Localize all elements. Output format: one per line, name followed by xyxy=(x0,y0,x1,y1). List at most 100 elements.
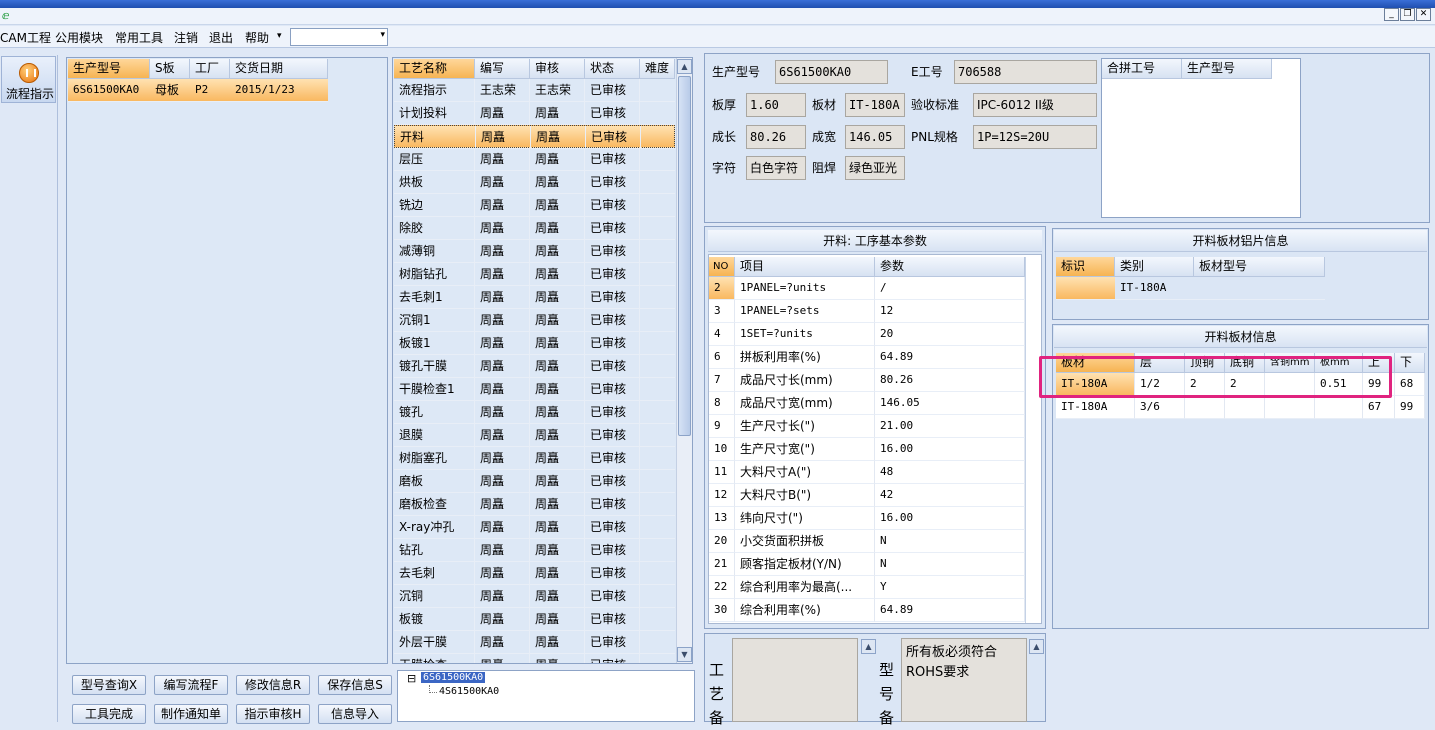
menu-common-tools[interactable]: 常用工具 xyxy=(115,29,163,46)
scroll-up-icon[interactable]: ▲ xyxy=(677,59,692,74)
params-col-value[interactable]: 参数 xyxy=(875,257,1025,277)
close-button[interactable]: ✕ xyxy=(1416,8,1431,21)
table-row[interactable]: 镀孔 周矗 周矗 已审核 xyxy=(394,401,675,424)
proc-name-cell: 流程指示 xyxy=(394,79,475,102)
table-row[interactable]: 干膜检查周矗周矗已审核 xyxy=(394,654,675,663)
scroll-thumb[interactable] xyxy=(678,76,691,436)
proc-col-status[interactable]: 状态 xyxy=(585,59,640,79)
review-instruction-button[interactable]: 指示审核H xyxy=(236,704,310,724)
table-row[interactable]: 沉铜 周矗 周矗 已审核 xyxy=(394,585,675,608)
tree-expander-icon[interactable]: ⊟ xyxy=(407,672,416,685)
table-row[interactable]: 减薄铜 周矗 周矗 已审核 xyxy=(394,240,675,263)
table-row[interactable]: 树脂塞孔 周矗 周矗 已审核 xyxy=(394,447,675,470)
table-row[interactable]: 钻孔 周矗 周矗 已审核 xyxy=(394,539,675,562)
proc-col-difficulty[interactable]: 难度 xyxy=(640,59,675,79)
table-row[interactable]: 计划投料 周矗 周矗 已审核 xyxy=(394,102,675,125)
table-row[interactable]: 6 拼板利用率(%) 64.89 xyxy=(709,346,1025,369)
scroll-up-icon[interactable]: ▲ xyxy=(1029,639,1044,654)
table-row[interactable]: 22 综合利用率为最高(... Y xyxy=(709,576,1025,599)
menu-overflow-icon[interactable]: ▾ xyxy=(277,31,282,41)
proc-col-name[interactable]: 工艺名称 xyxy=(394,59,475,79)
table-row[interactable]: 除胶 周矗 周矗 已审核 xyxy=(394,217,675,240)
params-divider xyxy=(1025,257,1026,623)
alu-col-mark[interactable]: 标识 xyxy=(1056,257,1115,277)
table-row[interactable]: 外层干膜 周矗 周矗 已审核 xyxy=(394,631,675,654)
table-row[interactable]: 21 顾客指定板材(Y/N) N xyxy=(709,553,1025,576)
table-row[interactable]: 去毛刺 周矗 周矗 已审核 xyxy=(394,562,675,585)
write-flow-button[interactable]: 编写流程F xyxy=(154,675,228,695)
tree-node-root[interactable]: 6S61500KA0 xyxy=(421,672,486,683)
restore-button[interactable]: ❐ xyxy=(1400,8,1415,21)
board-col-down[interactable]: 下 xyxy=(1395,353,1425,373)
table-row[interactable]: 树脂钻孔 周矗 周矗 已审核 xyxy=(394,263,675,286)
alu-col-type[interactable]: 类别 xyxy=(1115,257,1194,277)
combine-col-model[interactable]: 生产型号 xyxy=(1182,59,1272,79)
job-col-factory[interactable]: 工厂 xyxy=(190,59,230,79)
job-col-delivery[interactable]: 交货日期 xyxy=(230,59,328,79)
process-note-field[interactable] xyxy=(732,638,858,722)
proc-name-cell: X-ray冲孔 xyxy=(394,516,475,539)
menu-logout[interactable]: 注销 xyxy=(174,29,198,46)
table-row[interactable]: X-ray冲孔 周矗 周矗 已审核 xyxy=(394,516,675,539)
table-row[interactable]: 7 成品尺寸长(mm) 80.26 xyxy=(709,369,1025,392)
table-row[interactable]: 30 综合利用率(%) 64.89 xyxy=(709,599,1025,622)
table-row[interactable]: 去毛刺1 周矗 周矗 已审核 xyxy=(394,286,675,309)
table-row[interactable]: 磨板检查 周矗 周矗 已审核 xyxy=(394,493,675,516)
table-row[interactable]: 磨板 周矗 周矗 已审核 xyxy=(394,470,675,493)
tool-complete-button[interactable]: 工具完成 xyxy=(72,704,146,724)
scroll-down-icon[interactable]: ▼ xyxy=(677,647,692,662)
menu-exit[interactable]: 退出 xyxy=(209,29,233,46)
table-row[interactable]: 20 小交货面积拼板 N xyxy=(709,530,1025,553)
table-row[interactable]: 沉铜1 周矗 周矗 已审核 xyxy=(394,309,675,332)
table-row[interactable]: 铣边 周矗 周矗 已审核 xyxy=(394,194,675,217)
menu-help[interactable]: 帮助 xyxy=(245,29,269,46)
proc-col-reviewer[interactable]: 审核 xyxy=(530,59,585,79)
model-note-field[interactable]: 所有板必须符合ROHS要求 xyxy=(901,638,1027,722)
process-list-panel: 工艺名称 编写 审核 状态 难度 流程指示 王志荣 王志荣 已审核 计划投料 周矗 周矗 已审… xyxy=(392,57,693,664)
module-select[interactable]: ▾ xyxy=(290,28,388,46)
table-row[interactable]: 3 1PANEL=?sets 12 xyxy=(709,300,1025,323)
table-row[interactable]: 4 1SET=?units 20 xyxy=(709,323,1025,346)
save-info-button[interactable]: 保存信息S xyxy=(318,675,392,695)
table-row[interactable]: IT-180A xyxy=(1056,277,1356,300)
combine-col-job[interactable]: 合拼工号 xyxy=(1102,59,1182,79)
table-row[interactable]: 镀孔干膜 周矗 周矗 已审核 xyxy=(394,355,675,378)
table-row[interactable]: 干膜检查1 周矗 周矗 已审核 xyxy=(394,378,675,401)
thickness-value: 1.60 xyxy=(746,93,806,117)
table-row[interactable]: 层压 周矗 周矗 已审核 xyxy=(394,148,675,171)
scroll-up-icon[interactable]: ▲ xyxy=(861,639,876,654)
job-col-s-board[interactable]: S板 xyxy=(150,59,190,79)
table-row[interactable]: 板镀 周矗 周矗 已审核 xyxy=(394,608,675,631)
process-scrollbar[interactable]: ▲ ▼ xyxy=(676,58,692,663)
table-row[interactable]: 退膜 周矗 周矗 已审核 xyxy=(394,424,675,447)
alu-col-model[interactable]: 板材型号 xyxy=(1194,257,1325,277)
flow-indicator-button[interactable]: 流程指示 xyxy=(1,56,56,103)
table-row[interactable]: 10 生产尺寸宽(") 16.00 xyxy=(709,438,1025,461)
table-row[interactable]: 13 纬向尺寸(") 16.00 xyxy=(709,507,1025,530)
proc-col-writer[interactable]: 编写 xyxy=(475,59,530,79)
table-row[interactable]: 11 大料尺寸A(") 48 xyxy=(709,461,1025,484)
table-row[interactable]: 2 1PANEL=?units / xyxy=(709,277,1025,300)
model-query-button[interactable]: 型号查询X xyxy=(72,675,146,695)
table-row[interactable]: 12 大料尺寸B(") 42 xyxy=(709,484,1025,507)
table-row[interactable]: 8 成品尺寸宽(mm) 146.05 xyxy=(709,392,1025,415)
table-row[interactable]: IT-180A 3/6 67 99 xyxy=(1053,396,1428,419)
menu-common-modules[interactable]: 公用模块 xyxy=(55,29,103,46)
table-row[interactable]: 9 生产尺寸长(") 21.00 xyxy=(709,415,1025,438)
params-col-item[interactable]: 项目 xyxy=(735,257,875,277)
table-row[interactable]: 开料 周矗 周矗 已审核 xyxy=(394,125,676,149)
proc-writer-cell: 周矗 xyxy=(475,585,530,608)
table-row[interactable]: 6S61500KA0 母板 P2 2015/1/23 xyxy=(68,79,328,102)
proc-status-cell: 已审核 xyxy=(586,126,641,149)
make-notice-button[interactable]: 制作通知单 xyxy=(154,704,228,724)
table-row[interactable]: 烘板 周矗 周矗 已审核 xyxy=(394,171,675,194)
table-row[interactable]: 板镀1 周矗 周矗 已审核 xyxy=(394,332,675,355)
table-row[interactable]: 流程指示 王志荣 王志荣 已审核 xyxy=(394,79,675,102)
import-info-button[interactable]: 信息导入 xyxy=(318,704,392,724)
minimize-button[interactable]: _ xyxy=(1384,8,1399,21)
params-col-no[interactable]: NO xyxy=(709,257,735,277)
modify-info-button[interactable]: 修改信息R xyxy=(236,675,310,695)
menu-cam[interactable]: CAM工程 xyxy=(0,29,51,46)
job-col-model[interactable]: 生产型号 xyxy=(68,59,150,79)
tree-node-child[interactable]: 4S61500KA0 xyxy=(439,686,499,697)
